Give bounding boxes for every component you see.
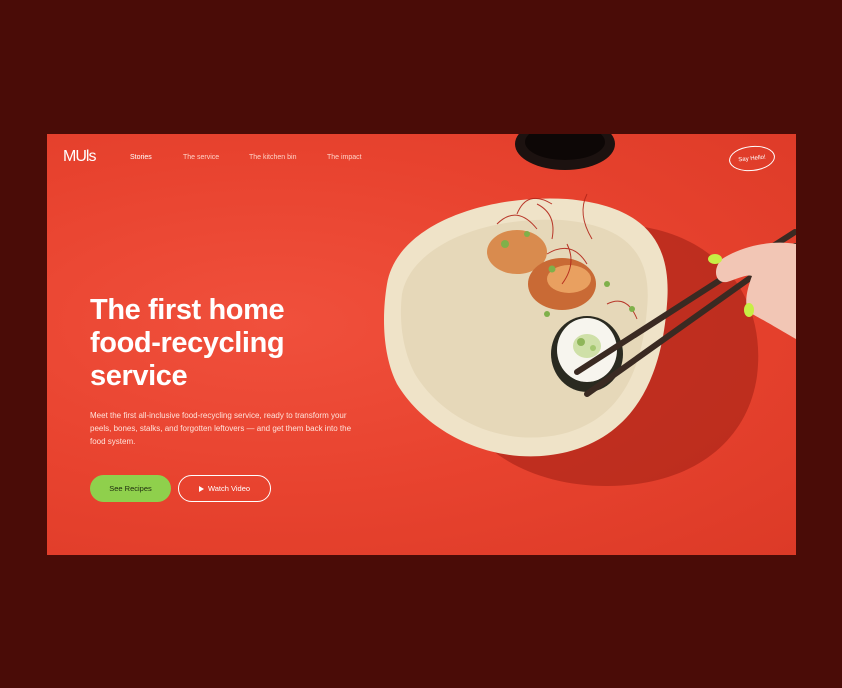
brand-logo[interactable]: MUls bbox=[63, 148, 96, 166]
see-recipes-button[interactable]: See Recipes bbox=[90, 475, 171, 502]
hero-description: Meet the first all-inclusive food-recycl… bbox=[90, 411, 352, 446]
watch-video-button[interactable]: Watch Video bbox=[178, 475, 271, 502]
headline-line-2: food-recycling bbox=[90, 327, 285, 359]
nav-item-the-kitchen-bin[interactable]: The kitchen bin bbox=[249, 154, 296, 161]
nav-item-the-service[interactable]: The service bbox=[183, 154, 219, 161]
play-icon bbox=[198, 485, 204, 492]
hero-section: MUls Stories The service The kitchen bin… bbox=[47, 134, 796, 555]
headline-line-1: The first home bbox=[90, 294, 285, 326]
headline-line-3: service bbox=[90, 360, 188, 392]
hero-headline: The first home food-recycling service bbox=[90, 294, 350, 393]
watch-video-label: Watch Video bbox=[207, 484, 251, 493]
nav-item-stories[interactable]: Stories bbox=[130, 154, 152, 161]
nav-item-the-impact[interactable]: The impact bbox=[327, 154, 362, 161]
